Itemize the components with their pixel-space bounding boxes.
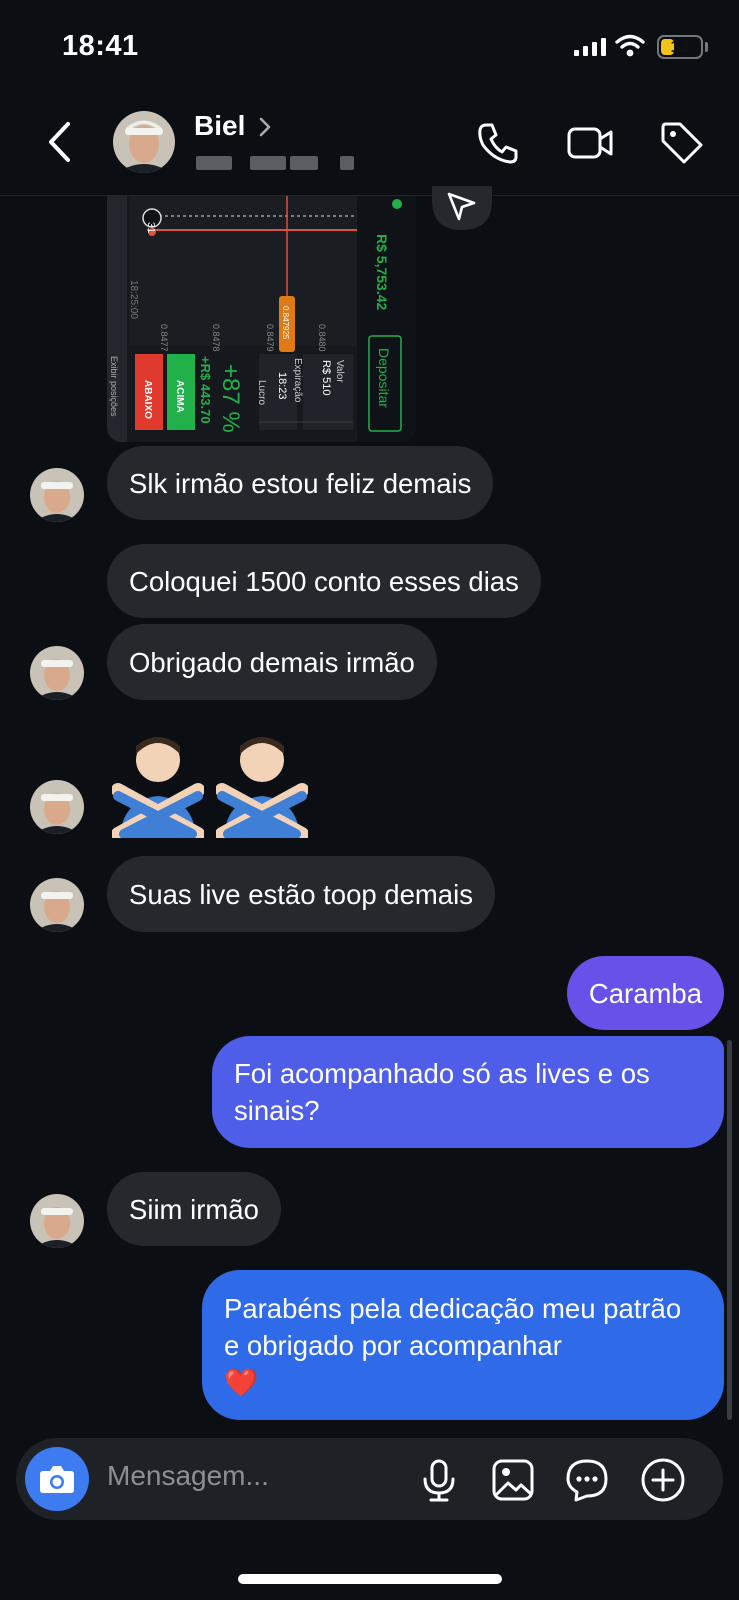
media-badge: 31 xyxy=(145,222,156,234)
camera-button[interactable] xyxy=(25,1447,89,1511)
media-tick-3: 0.8480 xyxy=(317,324,327,352)
media-value-label: Valor xyxy=(334,360,345,383)
media-percent: +87 % xyxy=(217,364,244,433)
plus-circle-icon[interactable] xyxy=(640,1457,686,1503)
sticker-chat-icon[interactable] xyxy=(564,1457,610,1503)
message-composer: Mensagem... xyxy=(16,1438,723,1520)
avatar[interactable] xyxy=(30,1194,84,1248)
home-indicator[interactable] xyxy=(238,1574,502,1584)
message-bubble-incoming[interactable]: Obrigado demais irmão xyxy=(107,624,437,700)
message-bubble-incoming[interactable]: Suas live estão toop demais xyxy=(107,856,495,932)
media-deposit-label: Depositar xyxy=(376,348,392,408)
media-down-label: ABAIXO xyxy=(142,380,153,419)
shared-image-trading[interactable]: 31 18:25:00 0.847925 0.8477 0.8478 0.847… xyxy=(107,196,416,442)
media-tick-2: 0.8479 xyxy=(265,324,275,352)
person-gesturing-no-emoji[interactable] xyxy=(112,730,204,838)
message-bubble-incoming[interactable]: Slk irmão estou feliz demais xyxy=(107,446,494,520)
phone-icon[interactable] xyxy=(474,119,522,167)
contact-name[interactable]: Biel xyxy=(194,110,245,142)
battery-level: 13 xyxy=(670,37,690,56)
person-gesturing-no-emoji[interactable] xyxy=(216,730,308,838)
media-tick-1: 0.8478 xyxy=(211,324,221,352)
message-bubble-outgoing[interactable]: Caramba xyxy=(566,956,724,1030)
status-time: 18:41 xyxy=(62,30,139,62)
cellular-signal-icon xyxy=(574,38,606,56)
media-balance: R$ 5,753.42 xyxy=(374,234,390,310)
image-icon[interactable] xyxy=(490,1457,536,1503)
chevron-right-icon[interactable] xyxy=(258,116,272,138)
back-chevron-icon[interactable] xyxy=(38,117,82,167)
media-price-label: 0.847925 xyxy=(281,306,290,340)
media-time-label: 18:25:00 xyxy=(128,280,139,319)
scrollbar[interactable] xyxy=(727,1040,732,1420)
message-bubble-incoming[interactable]: Coloquei 1500 conto esses dias xyxy=(107,544,541,618)
camera-icon xyxy=(40,1466,74,1493)
media-expiry-label: Expiração xyxy=(292,358,303,403)
media-tick-0: 0.8477 xyxy=(159,324,169,352)
video-camera-icon[interactable] xyxy=(566,119,614,167)
media-up-label: ACIMA xyxy=(174,380,185,413)
message-input[interactable]: Mensagem... xyxy=(107,1460,269,1492)
message-bubble-outgoing[interactable]: Parabéns pela dedicação meu patrão e obr… xyxy=(202,1270,724,1420)
message-bubble-incoming[interactable]: Siim irmão xyxy=(107,1172,281,1246)
avatar[interactable] xyxy=(30,646,84,700)
media-profit: +R$ 443.70 xyxy=(198,356,213,424)
tag-icon[interactable] xyxy=(658,119,706,167)
trading-screenshot: 31 18:25:00 0.847925 0.8477 0.8478 0.847… xyxy=(107,196,416,442)
message-text: Parabéns pela dedicação meu patrão e obr… xyxy=(224,1292,682,1361)
status-bar: 18:41 13 xyxy=(0,0,739,92)
media-profit-label: Lucro xyxy=(256,380,267,405)
avatar[interactable] xyxy=(113,111,175,173)
media-expiry-time: 18:23 xyxy=(276,372,288,400)
message-bubble-outgoing[interactable]: Foi acompanhado só as lives e os sinais? xyxy=(212,1036,724,1148)
red-heart-emoji: ❤️ xyxy=(224,1366,259,1398)
avatar[interactable] xyxy=(30,780,84,834)
media-positions-label: Exibir posições xyxy=(109,356,119,417)
media-value-amount: R$ 510 xyxy=(320,360,332,395)
battery-indicator: 13 xyxy=(657,35,703,59)
wifi-icon xyxy=(615,34,645,57)
contact-username-blurred xyxy=(194,152,362,174)
avatar[interactable] xyxy=(30,878,84,932)
microphone-icon[interactable] xyxy=(416,1457,462,1503)
avatar[interactable] xyxy=(30,468,84,522)
chat-header: Biel xyxy=(0,92,739,196)
share-arrow-icon[interactable] xyxy=(432,186,492,230)
